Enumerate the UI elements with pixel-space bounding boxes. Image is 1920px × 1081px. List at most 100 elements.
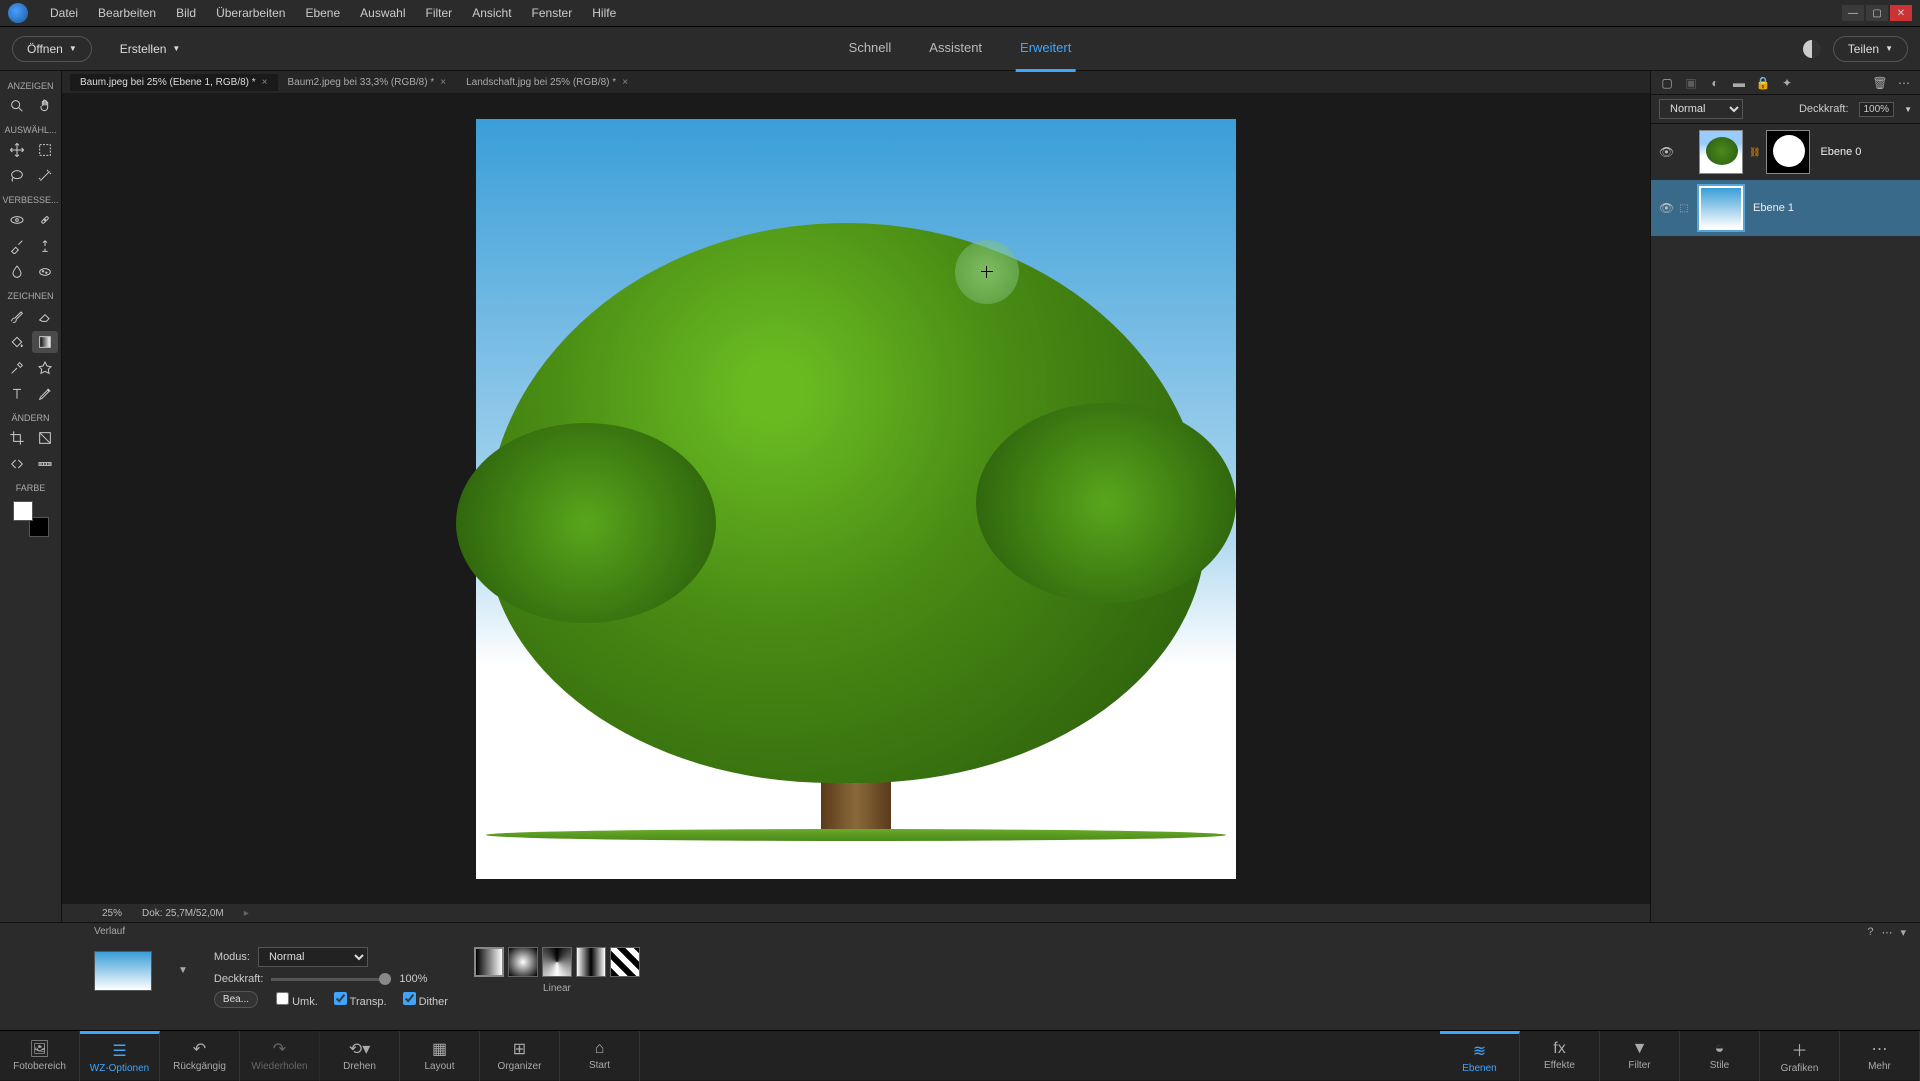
eyedropper-tool[interactable] bbox=[4, 357, 30, 379]
brush-tool[interactable] bbox=[4, 305, 30, 327]
layer-name[interactable]: Ebene 0 bbox=[1820, 146, 1861, 158]
redo-button[interactable]: ↷Wiederholen bbox=[240, 1031, 320, 1081]
new-layer-icon[interactable]: ▢ bbox=[1659, 75, 1675, 91]
color-swatches[interactable] bbox=[13, 501, 49, 537]
menu-file[interactable]: Datei bbox=[40, 6, 88, 20]
effects-button[interactable]: fxEffekte bbox=[1520, 1031, 1600, 1081]
options-menu-icon[interactable]: ⋯ bbox=[1881, 926, 1892, 939]
tab-guided[interactable]: Assistent bbox=[925, 26, 986, 72]
menu-image[interactable]: Bild bbox=[166, 6, 206, 20]
layers-button[interactable]: ≋Ebenen bbox=[1440, 1031, 1520, 1081]
lasso-tool[interactable] bbox=[4, 165, 30, 187]
zoom-level[interactable]: 25% bbox=[72, 908, 122, 919]
menu-enhance[interactable]: Überarbeiten bbox=[206, 6, 295, 20]
document-tab[interactable]: Baum.jpeg bei 25% (Ebene 1, RGB/8) *× bbox=[70, 74, 278, 91]
straighten-tool[interactable] bbox=[32, 453, 58, 475]
layer-row[interactable]: 👁 ⬚ Ebene 1 bbox=[1651, 180, 1920, 236]
marquee-tool[interactable] bbox=[32, 139, 58, 161]
close-icon[interactable]: × bbox=[622, 77, 628, 88]
mask-icon[interactable]: ▬ bbox=[1731, 75, 1747, 91]
smartbrush-tool[interactable] bbox=[4, 235, 30, 257]
arrow-right-icon[interactable]: ▸ bbox=[244, 908, 249, 919]
minimize-icon[interactable]: — bbox=[1842, 5, 1864, 21]
document-tab[interactable]: Baum2.jpeg bei 33,3% (RGB/8) *× bbox=[278, 74, 457, 91]
tab-expert[interactable]: Erweitert bbox=[1016, 26, 1075, 72]
menu-layer[interactable]: Ebene bbox=[295, 6, 350, 20]
hand-tool[interactable] bbox=[32, 95, 58, 117]
canvas[interactable] bbox=[476, 119, 1236, 879]
blur-tool[interactable] bbox=[4, 261, 30, 283]
organizer-button[interactable]: ⊞Organizer bbox=[480, 1031, 560, 1081]
transparency-checkbox[interactable]: Transp. bbox=[334, 992, 387, 1008]
menu-view[interactable]: Ansicht bbox=[462, 6, 521, 20]
redeye-tool[interactable] bbox=[4, 209, 30, 231]
graphics-button[interactable]: ＋Grafiken bbox=[1760, 1031, 1840, 1081]
undo-button[interactable]: ↶Rückgängig bbox=[160, 1031, 240, 1081]
gradient-diamond[interactable] bbox=[610, 947, 640, 977]
opacity-slider[interactable] bbox=[271, 978, 391, 981]
adjustment-icon[interactable]: ◐ bbox=[1707, 75, 1723, 91]
zoom-tool[interactable] bbox=[4, 95, 30, 117]
new-group-icon[interactable]: ▣ bbox=[1683, 75, 1699, 91]
chevron-down-icon[interactable]: ▼ bbox=[178, 965, 188, 976]
maximize-icon[interactable]: ▢ bbox=[1866, 5, 1888, 21]
gradient-radial[interactable] bbox=[508, 947, 538, 977]
gradient-linear[interactable] bbox=[474, 947, 504, 977]
styles-button[interactable]: ◒Stile bbox=[1680, 1031, 1760, 1081]
collapse-icon[interactable]: ▾ bbox=[1900, 926, 1906, 939]
sponge-tool[interactable] bbox=[32, 261, 58, 283]
close-icon[interactable]: × bbox=[262, 77, 268, 88]
link-icon[interactable]: ⛓ bbox=[1749, 147, 1760, 158]
menu-filter[interactable]: Filter bbox=[416, 6, 463, 20]
bucket-tool[interactable] bbox=[4, 331, 30, 353]
mode-select[interactable]: Normal bbox=[258, 947, 368, 967]
trash-icon[interactable]: 🗑 bbox=[1872, 75, 1888, 91]
document-tab[interactable]: Landschaft.jpg bei 25% (RGB/8) *× bbox=[456, 74, 638, 91]
create-button[interactable]: Erstellen▼ bbox=[106, 37, 195, 61]
close-icon[interactable]: × bbox=[440, 77, 446, 88]
open-button[interactable]: Öffnen▼ bbox=[12, 36, 92, 62]
lock-icon[interactable]: ⬚ bbox=[1679, 203, 1693, 214]
opacity-value[interactable]: 100% bbox=[1859, 102, 1895, 117]
text-tool[interactable] bbox=[4, 383, 30, 405]
layer-name[interactable]: Ebene 1 bbox=[1753, 202, 1794, 214]
theme-icon[interactable] bbox=[1803, 40, 1821, 58]
gradient-angle[interactable] bbox=[542, 947, 572, 977]
tab-quick[interactable]: Schnell bbox=[845, 26, 896, 72]
lock-icon[interactable]: 🔒 bbox=[1755, 75, 1771, 91]
close-icon[interactable]: ✕ bbox=[1890, 5, 1912, 21]
healing-tool[interactable] bbox=[32, 209, 58, 231]
blend-mode-select[interactable]: Normal bbox=[1659, 99, 1743, 119]
layer-thumbnail[interactable] bbox=[1699, 130, 1743, 174]
filter-button[interactable]: ▼Filter bbox=[1600, 1031, 1680, 1081]
share-button[interactable]: Teilen▼ bbox=[1833, 36, 1908, 62]
crop-tool[interactable] bbox=[4, 427, 30, 449]
mask-thumbnail[interactable] bbox=[1766, 130, 1810, 174]
gradient-tool[interactable] bbox=[32, 331, 58, 353]
visibility-icon[interactable]: 👁 bbox=[1659, 201, 1673, 215]
move-tool[interactable] bbox=[4, 139, 30, 161]
clone-tool[interactable] bbox=[32, 235, 58, 257]
panel-menu-icon[interactable]: ⋯ bbox=[1896, 75, 1912, 91]
eraser-tool[interactable] bbox=[32, 305, 58, 327]
home-button[interactable]: ⌂Start bbox=[560, 1031, 640, 1081]
gradient-preview[interactable] bbox=[94, 951, 152, 991]
photobin-button[interactable]: 🖼Fotobereich bbox=[0, 1031, 80, 1081]
gradient-reflected[interactable] bbox=[576, 947, 606, 977]
visibility-icon[interactable]: 👁 bbox=[1659, 145, 1673, 159]
menu-edit[interactable]: Bearbeiten bbox=[88, 6, 166, 20]
reverse-checkbox[interactable]: Umk. bbox=[276, 992, 318, 1008]
contentmove-tool[interactable] bbox=[4, 453, 30, 475]
wand-tool[interactable] bbox=[32, 165, 58, 187]
menu-select[interactable]: Auswahl bbox=[350, 6, 415, 20]
more-button[interactable]: ⋯Mehr bbox=[1840, 1031, 1920, 1081]
chevron-down-icon[interactable]: ▼ bbox=[1904, 105, 1912, 114]
rotate-button[interactable]: ⟲▾Drehen bbox=[320, 1031, 400, 1081]
menu-window[interactable]: Fenster bbox=[522, 6, 583, 20]
effects-icon[interactable]: ✦ bbox=[1779, 75, 1795, 91]
help-icon[interactable]: ? bbox=[1867, 926, 1873, 939]
layer-thumbnail[interactable] bbox=[1699, 186, 1743, 230]
recompose-tool[interactable] bbox=[32, 427, 58, 449]
pencil-tool[interactable] bbox=[32, 383, 58, 405]
foreground-color[interactable] bbox=[13, 501, 33, 521]
